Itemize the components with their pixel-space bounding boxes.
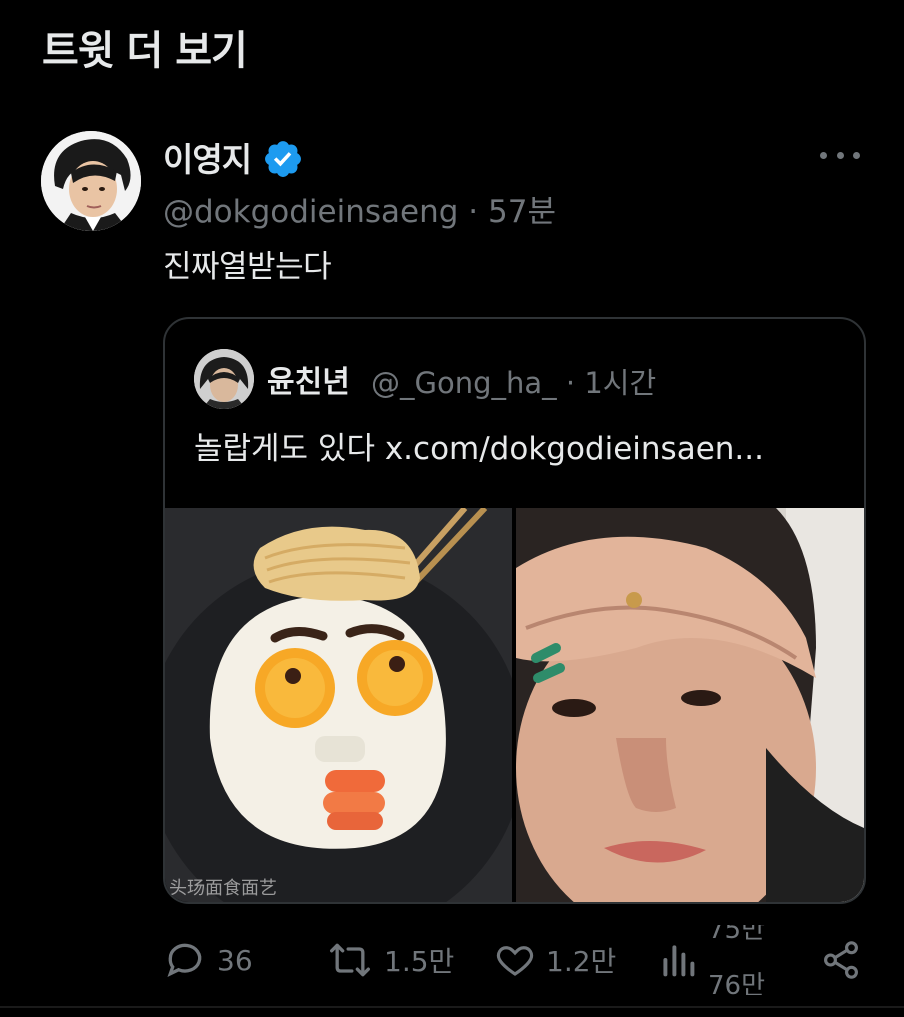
reply-button[interactable]: 36 — [163, 925, 253, 995]
quoted-tweet-text: 놀랍게도 있다 x.com/dokgodieinsaen... — [194, 431, 764, 467]
quoted-tweet-card[interactable]: 윤친년 @_Gong_ha_ · 1시간 놀랍게도 있다 x.com/dokgo… — [163, 317, 866, 904]
tweet-time[interactable]: 57분 — [488, 194, 556, 230]
divider — [0, 1006, 904, 1008]
page-title: 트윗 더 보기 — [42, 28, 248, 74]
verified-badge-icon — [265, 141, 301, 177]
tweet-text: 진짜열받는다 — [163, 249, 332, 285]
share-button[interactable] — [820, 925, 862, 995]
quoted-tweet-time[interactable]: 1시간 — [584, 366, 656, 400]
retweet-icon — [330, 943, 370, 977]
reply-count: 36 — [217, 943, 253, 977]
share-icon — [824, 941, 858, 979]
views-count-old: 75만 — [708, 925, 766, 945]
more-icon[interactable] — [820, 140, 860, 170]
retweet-count: 1.5만 — [384, 945, 455, 978]
author-name[interactable]: 이영지 — [163, 133, 252, 181]
photo-watermark: 头玚面食面艺 — [169, 878, 277, 899]
retweet-button[interactable]: 1.5만 — [326, 925, 454, 995]
tweet-actions: 36 1.5만 1.2만 75만 76만 — [0, 925, 904, 995]
author-avatar[interactable] — [41, 131, 141, 231]
quoted-meta-separator: · — [565, 366, 576, 400]
views-count-new: 76만 — [708, 971, 766, 995]
like-button[interactable]: 1.2만 — [494, 925, 616, 995]
quoted-author-handle[interactable]: @_Gong_ha_ — [371, 366, 557, 400]
like-count: 1.2만 — [546, 945, 617, 978]
crying-person-photo[interactable] — [516, 508, 864, 902]
quoted-author-avatar[interactable] — [194, 349, 254, 409]
author-handle[interactable]: @dokgodieinsaeng — [163, 194, 458, 230]
author-meta: @dokgodieinsaeng · 57분 — [163, 186, 556, 231]
meta-separator: · — [468, 194, 479, 230]
egg-face-photo[interactable]: 头玚面食面艺 — [165, 508, 512, 902]
views-icon — [663, 945, 695, 977]
quoted-author-meta: @_Gong_ha_ · 1시간 — [371, 360, 656, 402]
quoted-author-name[interactable]: 윤친년 — [267, 357, 350, 401]
quoted-media[interactable]: 头玚面食面艺 — [165, 508, 864, 902]
views-button[interactable]: 75만 76만 — [660, 925, 788, 995]
like-icon — [496, 946, 534, 976]
reply-icon — [167, 943, 202, 977]
